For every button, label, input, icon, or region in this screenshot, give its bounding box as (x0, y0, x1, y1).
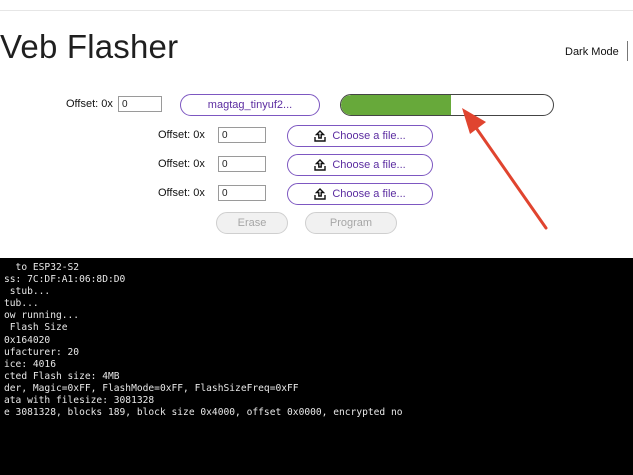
top-divider (0, 10, 633, 11)
dark-mode-label: Dark Mode (565, 46, 619, 58)
page-title: Veb Flasher (0, 28, 179, 65)
console-output: to ESP32-S2 ss: 7C:DF:A1:06:8D:D0 stub...… (0, 258, 633, 475)
offset-input-2[interactable] (218, 127, 266, 143)
offset-label: Offset: 0x (66, 98, 113, 110)
program-button[interactable]: Program (305, 212, 397, 234)
annotation-arrow (462, 108, 548, 230)
file-button-label: magtag_tinyuf2... (207, 99, 293, 111)
console-line: der, Magic=0xFF, FlashMode=0xFF, FlashSi… (4, 382, 299, 394)
console-line: ow running... (4, 310, 80, 322)
upload-icon (314, 159, 327, 171)
offset-label: Offset: 0x (158, 187, 205, 199)
dark-mode-toggle[interactable] (627, 41, 633, 61)
offset-input-3[interactable] (218, 156, 266, 172)
choose-file-button-3[interactable]: Choose a file... (287, 154, 433, 176)
choose-file-button-4[interactable]: Choose a file... (287, 183, 433, 205)
file-button-label: Choose a file... (332, 159, 406, 171)
choose-file-button-2[interactable]: Choose a file... (287, 125, 433, 147)
upload-icon (314, 188, 327, 200)
console-line: stub... (4, 286, 51, 298)
console-line: ss: 7C:DF:A1:06:8D:D0 (4, 274, 126, 286)
upload-icon (314, 130, 327, 142)
offset-input-4[interactable] (218, 185, 266, 201)
console-line: ice: 4016 (4, 358, 56, 370)
console-text: to ESP32-S2 ss: 7C:DF:A1:06:8D:D0 stub...… (4, 262, 403, 419)
erase-button[interactable]: Erase (216, 212, 288, 234)
console-line: 0x164020 (4, 334, 51, 346)
progress-fill (341, 95, 452, 115)
console-line: Flash Size (4, 322, 68, 334)
console-line: cted Flash size: 4MB (4, 370, 120, 382)
console-line: ata with filesize: 3081328 (4, 395, 155, 407)
offset-input-1[interactable] (118, 96, 162, 112)
offset-label: Offset: 0x (158, 129, 205, 141)
offset-label: Offset: 0x (158, 158, 205, 170)
console-line: to ESP32-S2 (4, 262, 80, 273)
file-button-label: Choose a file... (332, 188, 406, 200)
console-line: tub... (4, 298, 39, 310)
console-line: e 3081328, blocks 189, block size 0x4000… (4, 407, 403, 419)
file-button-label: Choose a file... (332, 130, 406, 142)
console-line: ufacturer: 20 (4, 346, 80, 358)
file-button-1[interactable]: magtag_tinyuf2... (180, 94, 320, 116)
